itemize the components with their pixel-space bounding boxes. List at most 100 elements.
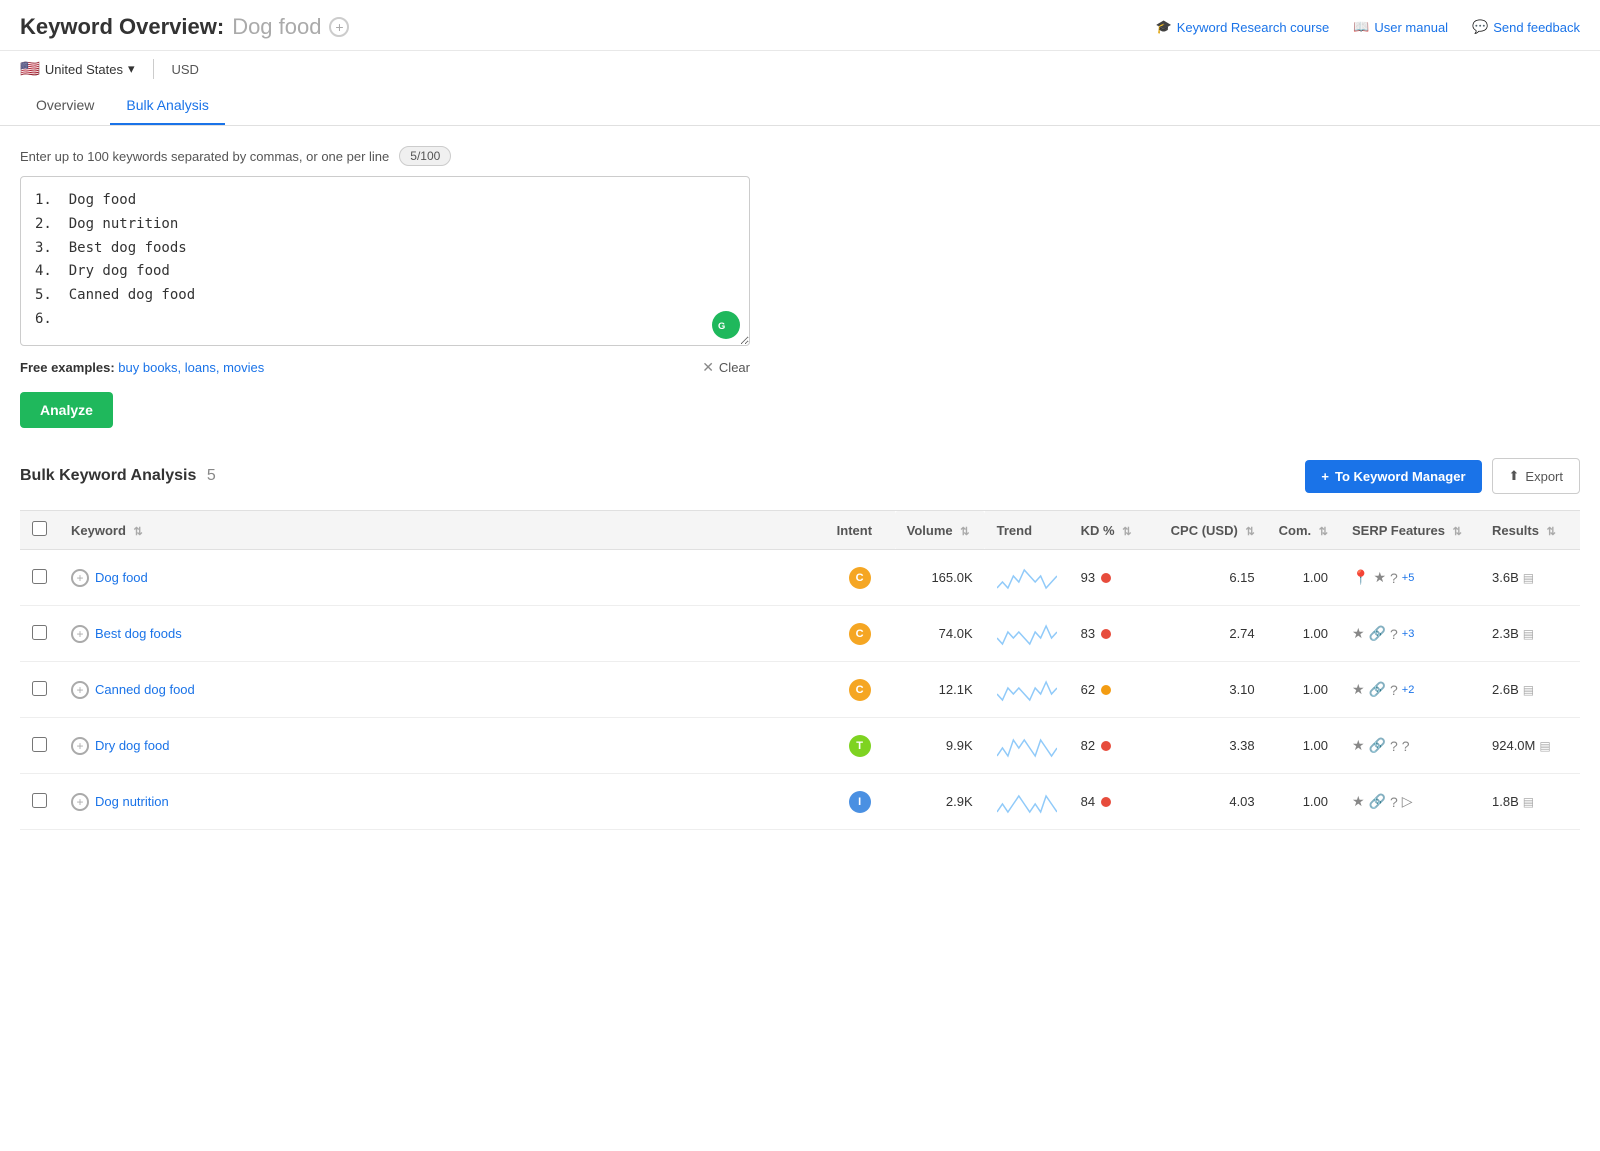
tab-bulk-analysis[interactable]: Bulk Analysis: [110, 87, 224, 125]
serp-feature-icon: ?: [1402, 738, 1410, 754]
row-checkbox-3[interactable]: [32, 737, 47, 752]
th-results[interactable]: Results ⇅: [1480, 511, 1580, 550]
results-value: 924.0M: [1492, 738, 1535, 753]
cpc-value: 6.15: [1229, 570, 1254, 585]
row-checkbox-0[interactable]: [32, 569, 47, 584]
serp-feature-icon: ★: [1373, 569, 1386, 586]
keyword-cell: + Canned dog food: [71, 681, 813, 699]
currency-label: USD: [172, 62, 199, 77]
serp-feature-icon: ?: [1390, 682, 1398, 698]
document-icon: ▤: [1523, 627, 1534, 641]
manual-link[interactable]: 📖 User manual: [1353, 19, 1448, 35]
kd-dot-icon: [1101, 741, 1111, 751]
serp-icons-group: ★🔗?+3: [1352, 625, 1468, 642]
sort-com-icon: ⇅: [1319, 526, 1328, 538]
clear-button[interactable]: ✕ Clear: [702, 359, 750, 376]
add-row-keyword-btn[interactable]: +: [71, 793, 89, 811]
document-icon: ▤: [1523, 683, 1534, 697]
serp-plus-link[interactable]: +2: [1402, 684, 1415, 696]
th-intent[interactable]: Intent: [825, 511, 895, 550]
add-row-keyword-btn[interactable]: +: [71, 625, 89, 643]
serp-feature-icon: 📍: [1352, 569, 1369, 586]
bulk-input-section: Enter up to 100 keywords separated by co…: [0, 126, 1600, 438]
kd-dot-icon: [1101, 685, 1111, 695]
kd-value: 83: [1081, 626, 1095, 641]
add-row-keyword-btn[interactable]: +: [71, 737, 89, 755]
feedback-link[interactable]: 💬 Send feedback: [1472, 19, 1580, 35]
free-examples-label: Free examples:: [20, 360, 115, 375]
row-checkbox-4[interactable]: [32, 793, 47, 808]
com-value: 1.00: [1303, 794, 1328, 809]
keyword-link[interactable]: Best dog foods: [95, 626, 182, 641]
th-serp[interactable]: SERP Features ⇅: [1340, 511, 1480, 550]
com-value: 1.00: [1303, 570, 1328, 585]
kd-value: 82: [1081, 738, 1095, 753]
keywords-textarea[interactable]: 1. Dog food 2. Dog nutrition 3. Best dog…: [20, 176, 750, 346]
chevron-down-icon: ▾: [128, 61, 135, 77]
course-link[interactable]: 🎓 Keyword Research course: [1156, 19, 1330, 35]
keyword-link[interactable]: Dry dog food: [95, 738, 169, 753]
free-examples: Free examples: buy books, loans, movies: [20, 360, 264, 375]
serp-plus-link[interactable]: +5: [1402, 572, 1415, 584]
volume-value: 74.0K: [939, 626, 973, 641]
com-value: 1.00: [1303, 626, 1328, 641]
serp-feature-icon: ★: [1352, 625, 1365, 642]
select-all-checkbox[interactable]: [32, 521, 47, 536]
keyword-link[interactable]: Canned dog food: [95, 682, 195, 697]
results-note: 2.3B ▤: [1492, 626, 1568, 641]
to-keyword-manager-button[interactable]: + To Keyword Manager: [1305, 460, 1481, 493]
th-cpc[interactable]: CPC (USD) ⇅: [1159, 511, 1267, 550]
grammarly-button[interactable]: G: [712, 311, 740, 339]
intent-badge: C: [849, 623, 871, 645]
examples-row: Free examples: buy books, loans, movies …: [20, 359, 750, 376]
add-row-keyword-btn[interactable]: +: [71, 569, 89, 587]
kd-cell: 62: [1081, 682, 1147, 697]
intent-badge: C: [849, 567, 871, 589]
volume-value: 9.9K: [946, 738, 973, 753]
kd-value: 93: [1081, 570, 1095, 585]
table-body: + Dog food C165.0K 93 6.151.00📍★?+5 3.6B…: [20, 550, 1580, 830]
th-keyword[interactable]: Keyword ⇅: [59, 511, 825, 550]
results-note: 924.0M ▤: [1492, 738, 1568, 753]
keyword-cell: + Best dog foods: [71, 625, 813, 643]
serp-icons-group: ★🔗?▷: [1352, 793, 1468, 810]
keyword-cell: + Dog food: [71, 569, 813, 587]
serp-icons-group: ★🔗?+2: [1352, 681, 1468, 698]
row-checkbox-1[interactable]: [32, 625, 47, 640]
table-header: Keyword ⇅ Intent Volume ⇅ Trend KD % ⇅: [20, 511, 1580, 550]
add-keyword-icon-btn[interactable]: +: [329, 17, 349, 37]
serp-feature-icon: 🔗: [1369, 625, 1386, 642]
intent-badge: C: [849, 679, 871, 701]
top-nav-links: 🎓 Keyword Research course 📖 User manual …: [1156, 19, 1580, 35]
row-checkbox-2[interactable]: [32, 681, 47, 696]
country-selector[interactable]: 🇺🇸 United States ▾: [20, 59, 135, 79]
volume-value: 2.9K: [946, 794, 973, 809]
serp-feature-icon: ★: [1352, 737, 1365, 754]
serp-feature-icon: ?: [1390, 570, 1398, 586]
add-row-keyword-btn[interactable]: +: [71, 681, 89, 699]
book-icon: 📖: [1353, 19, 1369, 35]
export-button[interactable]: ⬆ Export: [1492, 458, 1580, 494]
svg-text:G: G: [718, 321, 725, 331]
table-row: + Best dog foods C74.0K 83 2.741.00★🔗?+3…: [20, 606, 1580, 662]
th-volume[interactable]: Volume ⇅: [895, 511, 985, 550]
results-actions: + To Keyword Manager ⬆ Export: [1305, 458, 1580, 494]
keyword-link[interactable]: Dog food: [95, 570, 148, 585]
results-header: Bulk Keyword Analysis 5 + To Keyword Man…: [20, 458, 1580, 494]
th-trend[interactable]: Trend: [985, 511, 1069, 550]
sort-cpc-icon: ⇅: [1245, 526, 1254, 538]
th-kd[interactable]: KD % ⇅: [1069, 511, 1159, 550]
keyword-link[interactable]: Dog nutrition: [95, 794, 169, 809]
intent-badge: I: [849, 791, 871, 813]
serp-plus-link[interactable]: +3: [1402, 628, 1415, 640]
keyword-cell: + Dog nutrition: [71, 793, 813, 811]
page-title: Keyword Overview: Dog food +: [20, 14, 349, 40]
tab-overview[interactable]: Overview: [20, 87, 110, 125]
results-section: Bulk Keyword Analysis 5 + To Keyword Man…: [0, 438, 1600, 850]
trend-chart: [997, 618, 1057, 646]
upload-icon: ⬆: [1509, 468, 1520, 484]
analyze-button[interactable]: Analyze: [20, 392, 113, 428]
table-row: + Dog food C165.0K 93 6.151.00📍★?+5 3.6B…: [20, 550, 1580, 606]
free-examples-links[interactable]: buy books, loans, movies: [118, 360, 264, 375]
th-com[interactable]: Com. ⇅: [1267, 511, 1340, 550]
